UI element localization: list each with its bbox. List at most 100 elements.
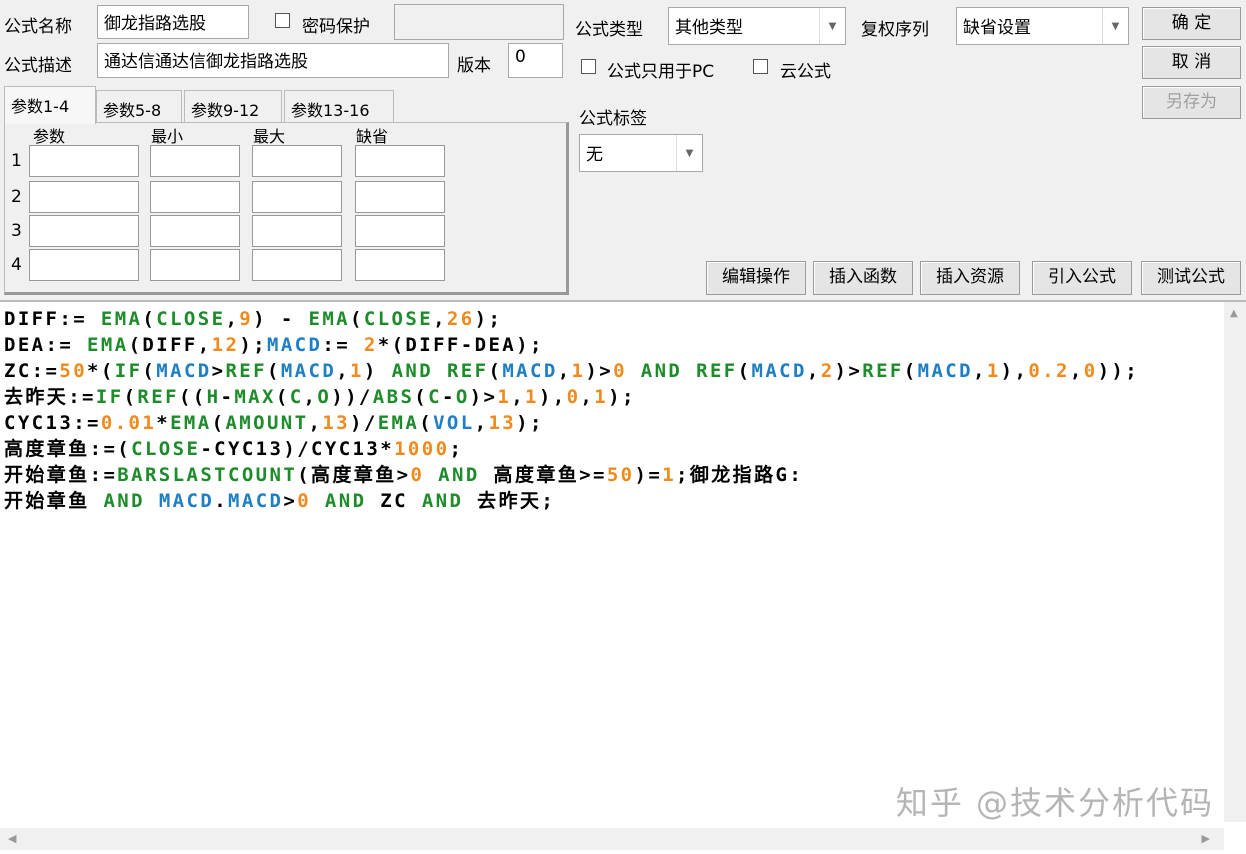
password-checkbox[interactable] [275, 13, 290, 28]
code-token: MAX [234, 386, 276, 408]
cancel-button[interactable]: 取 消 [1142, 46, 1241, 79]
code-token: 高度章鱼:=( [4, 438, 132, 460]
code-token: H [206, 386, 221, 408]
param-cell[interactable] [29, 181, 139, 213]
type-select[interactable]: 其他类型 ▼ [668, 7, 846, 45]
code-token: - [441, 386, 456, 408]
code-token: 高度章鱼>= [479, 464, 607, 486]
code-token: ( [275, 386, 290, 408]
insert-function-button[interactable]: 插入函数 [813, 261, 913, 295]
param-cell[interactable] [150, 145, 240, 177]
pc-only-checkbox[interactable] [581, 59, 596, 74]
code-token: MACD [228, 490, 284, 512]
code-token: ABS [372, 386, 415, 408]
param-cell[interactable] [252, 145, 342, 177]
tab-params-5-8[interactable]: 参数5-8 [96, 90, 182, 122]
param-cell[interactable] [355, 215, 445, 247]
code-token: REF [446, 360, 489, 382]
code-token: ( [903, 360, 918, 382]
code-token: O [455, 386, 470, 408]
param-cell[interactable] [150, 249, 240, 281]
code-token: ( [142, 360, 157, 382]
scroll-up-icon[interactable]: ▲ [1230, 308, 1238, 319]
code-token: ))/ [331, 386, 373, 408]
param-cell[interactable] [252, 215, 342, 247]
code-token: 1000 [394, 438, 450, 460]
min-header: 最小 [151, 127, 184, 146]
tag-label: 公式标签 [579, 109, 647, 129]
save-as-button[interactable]: 另存为 [1142, 86, 1241, 119]
code-token: , [225, 308, 240, 330]
code-token: ( [211, 412, 226, 434]
code-token: 0.2 [1028, 360, 1070, 382]
param-cell[interactable] [355, 249, 445, 281]
tab-params-9-12[interactable]: 参数9-12 [184, 90, 282, 122]
param-cell[interactable] [355, 145, 445, 177]
code-text[interactable]: DIFF:= EMA(CLOSE,9) - EMA(CLOSE,26); DEA:… [4, 306, 1139, 514]
code-token: VOL [433, 412, 475, 434]
code-token: AND [421, 490, 464, 512]
code-token: EMA [308, 308, 351, 330]
tag-select[interactable]: 无 ▼ [579, 134, 703, 172]
tab-params-13-16[interactable]: 参数13-16 [284, 90, 394, 122]
code-token: )/ [350, 412, 378, 434]
code-editor[interactable]: DIFF:= EMA(CLOSE,9) - EMA(CLOSE,26); DEA:… [0, 300, 1246, 854]
scroll-right-icon[interactable]: ▶ [1202, 832, 1210, 845]
code-token: > [283, 490, 298, 512]
code-token: , [336, 360, 351, 382]
code-token: MACD [751, 360, 807, 382]
code-token: , [308, 412, 323, 434]
scroll-left-icon[interactable]: ◀ [8, 832, 16, 845]
password-input[interactable] [394, 4, 564, 40]
param-cell[interactable] [150, 215, 240, 247]
code-token: REF [696, 360, 738, 382]
code-token: ( [488, 360, 503, 382]
param-cell[interactable] [252, 249, 342, 281]
param-cell[interactable] [29, 215, 139, 247]
rights-select[interactable]: 缺省设置 ▼ [956, 7, 1129, 45]
chevron-down-icon: ▼ [1102, 8, 1128, 44]
import-formula-button[interactable]: 引入公式 [1032, 261, 1132, 295]
code-line: DIFF:= EMA(CLOSE,9) - EMA(CLOSE,26); [4, 306, 1139, 332]
code-token: )= [634, 464, 663, 486]
code-token: , [511, 386, 526, 408]
edit-ops-button[interactable]: 编辑操作 [706, 261, 806, 295]
code-token: AND [103, 490, 145, 512]
horizontal-scrollbar[interactable]: ◀ ▶ [0, 828, 1224, 850]
code-token: ( [414, 386, 429, 408]
cloud-checkbox[interactable] [753, 59, 768, 74]
desc-input[interactable]: 通达信通达信御龙指路选股 [97, 43, 449, 78]
param-cell[interactable] [252, 181, 342, 213]
code-line: DEA:= EMA(DIFF,12);MACD:= 2*(DIFF-DEA); [4, 332, 1139, 358]
param-cell[interactable] [29, 249, 139, 281]
version-input[interactable]: 0 [508, 43, 563, 78]
code-token: (高度章鱼> [297, 464, 411, 486]
param-cell[interactable] [29, 145, 139, 177]
param-cell[interactable] [355, 181, 445, 213]
ok-button[interactable]: 确 定 [1142, 7, 1241, 40]
code-token: MACD [267, 334, 323, 356]
code-token: BARSLASTCOUNT [117, 464, 298, 486]
name-input[interactable]: 御龙指路选股 [97, 5, 249, 39]
code-token: 50 [59, 360, 88, 382]
test-formula-button[interactable]: 测试公式 [1141, 261, 1241, 295]
code-token: REF [225, 360, 267, 382]
insert-resource-button[interactable]: 插入资源 [920, 261, 1020, 295]
param-cell[interactable] [150, 181, 240, 213]
code-token: C [428, 386, 442, 408]
code-token: EMA [170, 412, 212, 434]
tab-params-1-4[interactable]: 参数1-4 [4, 86, 96, 124]
code-token: 1 [525, 386, 539, 408]
code-token: 0 [410, 464, 425, 486]
code-token: > [211, 360, 226, 382]
code-token: ); [608, 386, 636, 408]
code-token: ( [267, 360, 281, 382]
vertical-scrollbar[interactable]: ▲ [1224, 302, 1246, 822]
code-token: 0 [1083, 360, 1098, 382]
code-token: *(DIFF-DEA); [377, 334, 544, 356]
code-token: 0 [566, 386, 581, 408]
code-token: 50 [606, 464, 635, 486]
code-token: DIFF:= [4, 308, 101, 330]
